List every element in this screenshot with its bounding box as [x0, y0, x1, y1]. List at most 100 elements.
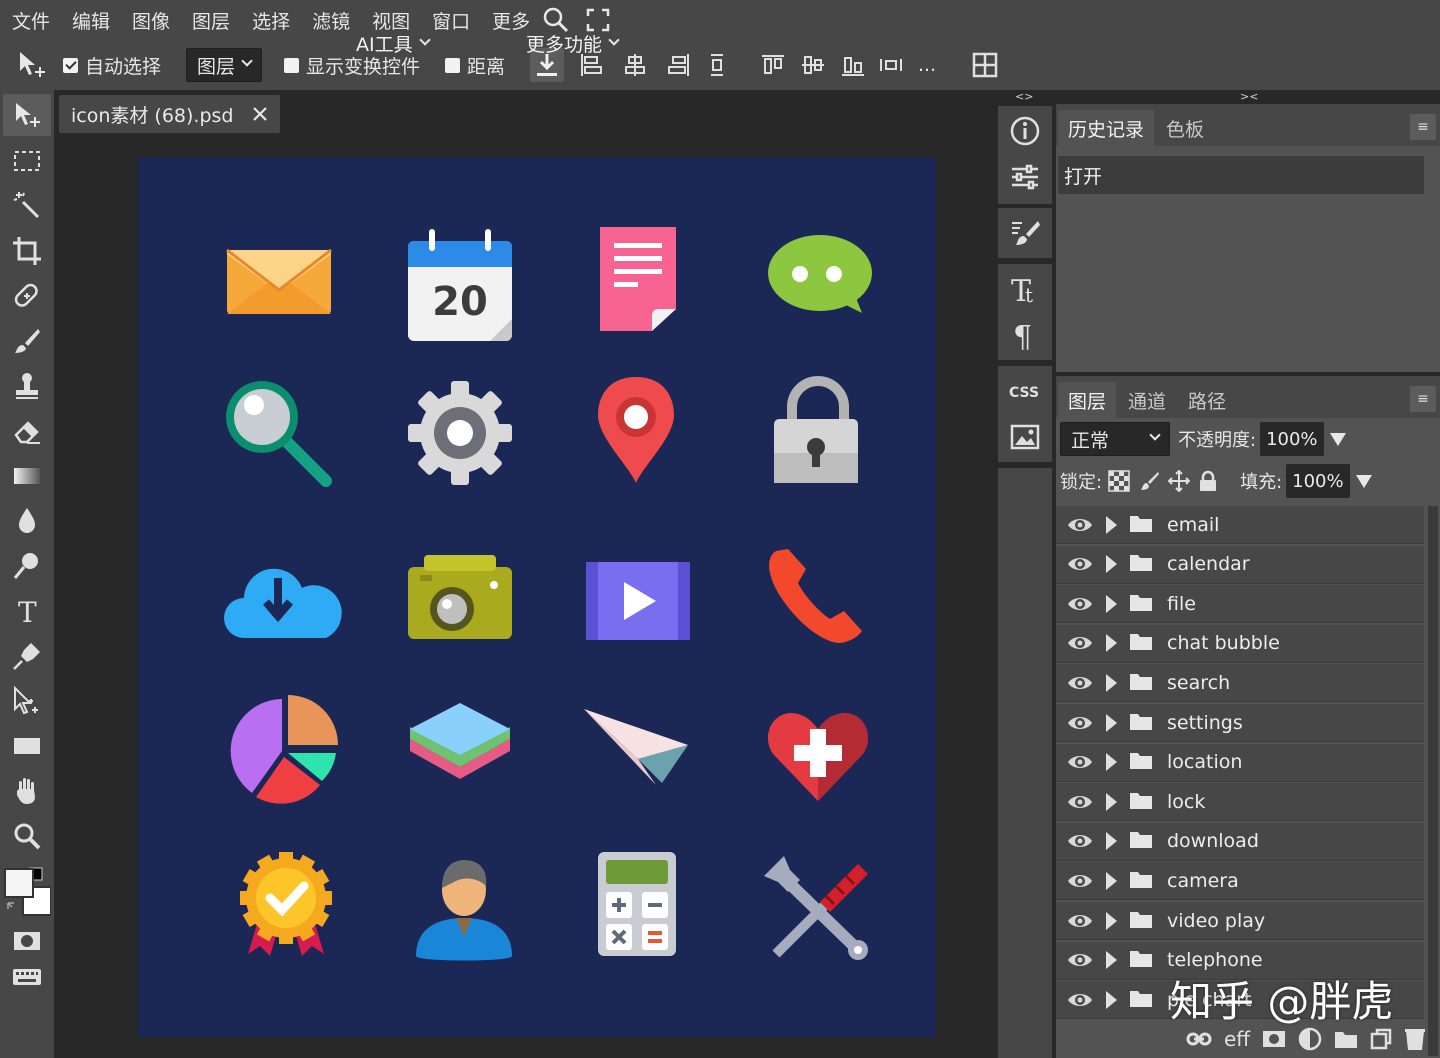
- effects-icon[interactable]: eff: [1224, 1027, 1250, 1051]
- panel-menu-icon[interactable]: ≡: [1410, 114, 1436, 140]
- eye-icon[interactable]: [1060, 783, 1100, 821]
- keyboard-icon[interactable]: [3, 956, 51, 998]
- info-icon[interactable]: [998, 108, 1052, 154]
- menu-image[interactable]: 图像: [132, 7, 170, 34]
- color-swatches[interactable]: [3, 865, 51, 921]
- expand-arrow-icon[interactable]: [1106, 990, 1117, 1009]
- eye-icon[interactable]: [1060, 624, 1100, 662]
- marquee-tool-icon[interactable]: [3, 140, 51, 182]
- path-select-tool-icon[interactable]: [3, 680, 51, 722]
- rectangle-tool-icon[interactable]: [3, 725, 51, 767]
- layer-mask-icon[interactable]: [1262, 1029, 1286, 1049]
- brush-tool-icon[interactable]: [3, 320, 51, 362]
- eye-icon[interactable]: [1060, 862, 1100, 900]
- panel-menu-icon[interactable]: ≡: [1410, 386, 1436, 412]
- expand-arrow-icon[interactable]: [1106, 594, 1117, 613]
- expand-arrows-icon[interactable]: ><: [1240, 90, 1258, 103]
- history-item[interactable]: 打开: [1058, 156, 1424, 194]
- stamp-tool-icon[interactable]: [3, 365, 51, 407]
- layer-row[interactable]: lock: [1056, 783, 1424, 822]
- lock-all-icon[interactable]: [1198, 470, 1218, 492]
- dodge-tool-icon[interactable]: [3, 545, 51, 587]
- align-right-icon[interactable]: [662, 48, 696, 82]
- eye-icon[interactable]: [1060, 664, 1100, 702]
- layer-row[interactable]: download: [1056, 822, 1424, 861]
- eraser-tool-icon[interactable]: [3, 410, 51, 452]
- eye-icon[interactable]: [1060, 506, 1100, 544]
- new-group-icon[interactable]: [1334, 1029, 1358, 1049]
- layers-scrollbar[interactable]: [1428, 506, 1438, 1056]
- expand-arrow-icon[interactable]: [1106, 555, 1117, 574]
- expand-arrow-icon[interactable]: [1106, 951, 1117, 970]
- align-hcenter-icon[interactable]: [618, 48, 652, 82]
- blend-mode-select[interactable]: 正常: [1060, 422, 1170, 456]
- layer-row[interactable]: settings: [1056, 704, 1424, 742]
- expand-arrow-icon[interactable]: [1106, 753, 1117, 772]
- magic-wand-tool-icon[interactable]: [3, 185, 51, 227]
- eye-icon[interactable]: [1060, 981, 1100, 1019]
- auto-select-checkbox[interactable]: [63, 57, 78, 73]
- layer-row[interactable]: location: [1056, 743, 1424, 782]
- tab-history[interactable]: 历史记录: [1058, 110, 1155, 146]
- auto-select-option[interactable]: 自动选择: [63, 40, 161, 90]
- eye-icon[interactable]: [1060, 941, 1100, 979]
- menu-window[interactable]: 窗口: [432, 7, 470, 34]
- adjustments-icon[interactable]: [998, 154, 1052, 200]
- opacity-dropdown-icon[interactable]: [1329, 432, 1346, 446]
- layer-row[interactable]: search: [1056, 664, 1424, 703]
- zoom-tool-icon[interactable]: [3, 815, 51, 857]
- opacity-input[interactable]: 100%: [1260, 422, 1324, 456]
- type-tool-icon[interactable]: T: [3, 590, 51, 632]
- gradient-tool-icon[interactable]: [3, 455, 51, 497]
- character-icon[interactable]: Tt: [998, 266, 1052, 312]
- delete-layer-icon[interactable]: [1404, 1027, 1426, 1051]
- layer-row[interactable]: chat bubble: [1056, 624, 1424, 663]
- lock-transparency-icon[interactable]: [1108, 470, 1130, 492]
- fullscreen-icon[interactable]: [586, 8, 610, 32]
- lock-position-icon[interactable]: [1168, 470, 1191, 492]
- menu-select[interactable]: 选择: [252, 7, 290, 34]
- expand-arrow-icon[interactable]: [1106, 713, 1117, 732]
- menu-edit[interactable]: 编辑: [72, 7, 110, 34]
- healing-brush-tool-icon[interactable]: [3, 275, 51, 317]
- css-icon[interactable]: CSS: [998, 368, 1052, 414]
- expand-arrow-icon[interactable]: [1106, 673, 1117, 692]
- image-icon[interactable]: [998, 414, 1052, 460]
- align-vcenter-icon[interactable]: [796, 48, 830, 82]
- expand-arrow-icon[interactable]: [1106, 832, 1117, 851]
- more-features-dropdown[interactable]: 更多功能: [526, 30, 620, 57]
- distribute-vertical-icon[interactable]: [700, 48, 734, 82]
- collapse-arrows-icon[interactable]: <>: [1015, 90, 1033, 103]
- distance-option[interactable]: 距离: [445, 40, 505, 90]
- expand-arrow-icon[interactable]: [1106, 515, 1117, 534]
- distribute-horizontal-icon[interactable]: [874, 48, 908, 82]
- layer-row[interactable]: camera: [1056, 862, 1424, 901]
- eye-icon[interactable]: [1060, 585, 1100, 623]
- align-top-icon[interactable]: [756, 48, 790, 82]
- canvas[interactable]: 20: [138, 157, 936, 1037]
- crop-tool-icon[interactable]: [3, 230, 51, 272]
- distance-checkbox[interactable]: [445, 57, 460, 73]
- new-layer-icon[interactable]: [1370, 1028, 1392, 1050]
- brush-settings-icon[interactable]: [998, 210, 1052, 256]
- fill-input[interactable]: 100%: [1286, 464, 1350, 498]
- menu-file[interactable]: 文件: [12, 7, 50, 34]
- menu-filter[interactable]: 滤镜: [312, 7, 350, 34]
- move-tool-icon[interactable]: [3, 94, 51, 136]
- auto-select-target[interactable]: 图层: [186, 40, 263, 90]
- expand-arrow-icon[interactable]: [1106, 911, 1117, 930]
- auto-select-target-select[interactable]: 图层: [186, 48, 263, 82]
- more-options[interactable]: ...: [918, 54, 936, 76]
- fill-dropdown-icon[interactable]: [1355, 474, 1372, 488]
- eye-icon[interactable]: [1060, 545, 1100, 583]
- pen-tool-icon[interactable]: [3, 635, 51, 677]
- ai-tools-dropdown[interactable]: AI工具: [356, 30, 431, 57]
- menu-more[interactable]: 更多: [492, 7, 530, 34]
- layer-row[interactable]: video play: [1056, 902, 1424, 940]
- eye-icon[interactable]: [1060, 704, 1100, 742]
- close-icon[interactable]: [252, 106, 268, 122]
- hand-tool-icon[interactable]: [3, 770, 51, 812]
- arrange-grid-icon[interactable]: [968, 48, 1002, 82]
- link-layers-icon[interactable]: [1186, 1029, 1212, 1049]
- tab-layers[interactable]: 图层: [1058, 382, 1117, 418]
